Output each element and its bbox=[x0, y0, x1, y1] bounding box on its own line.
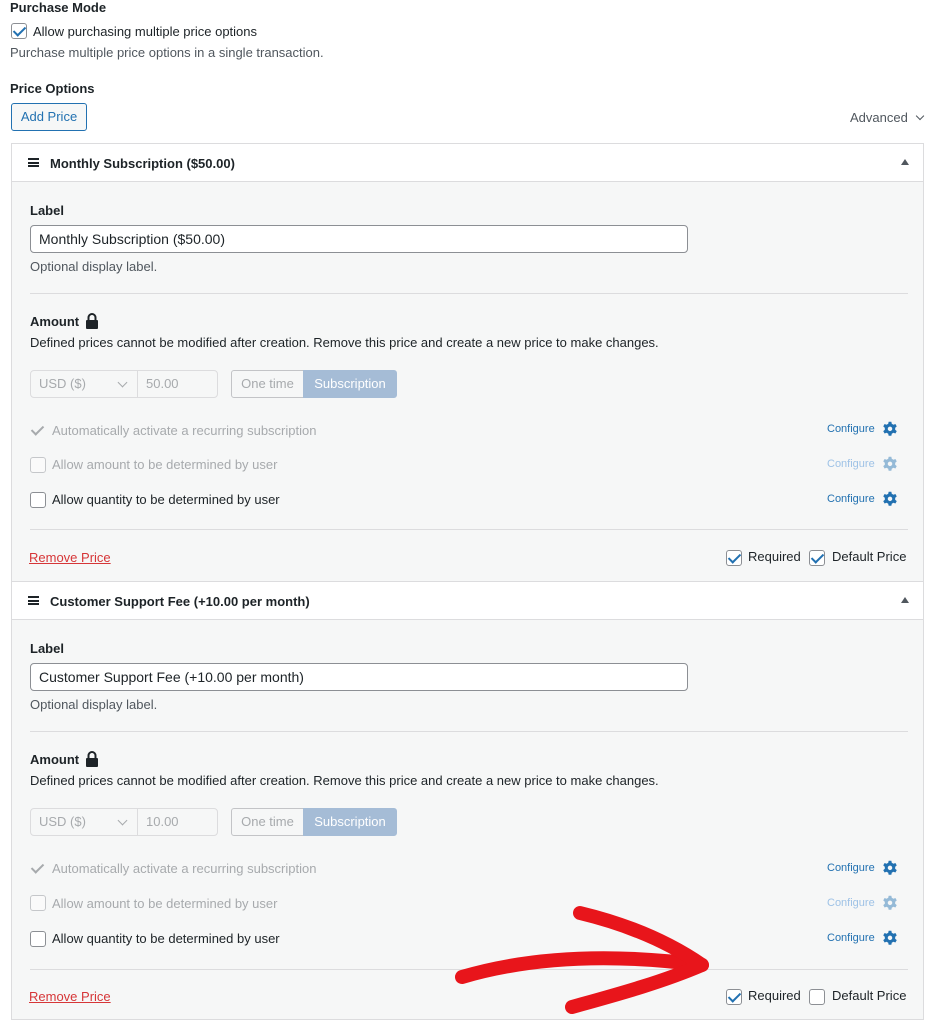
label-input[interactable]: Customer Support Fee (+10.00 per month) bbox=[30, 663, 688, 691]
auto-activate-checkbox[interactable] bbox=[30, 423, 46, 439]
label-heading: Label bbox=[30, 641, 64, 656]
gear-icon[interactable] bbox=[881, 455, 899, 473]
chevron-down-icon bbox=[916, 111, 925, 121]
quantity-by-user-label: Allow quantity to be determined by user bbox=[52, 492, 280, 507]
remove-price-link[interactable]: Remove Price bbox=[29, 989, 111, 1004]
advanced-toggle[interactable]: Advanced bbox=[850, 110, 925, 125]
gear-icon[interactable] bbox=[881, 859, 899, 877]
quantity-by-user-label: Allow quantity to be determined by user bbox=[52, 931, 280, 946]
gear-icon[interactable] bbox=[881, 894, 899, 912]
gear-icon[interactable] bbox=[881, 490, 899, 508]
amount-heading: Amount bbox=[30, 314, 80, 329]
lock-icon bbox=[86, 751, 98, 767]
auto-activate-checkbox[interactable] bbox=[30, 861, 46, 877]
configure-link[interactable]: Configure bbox=[827, 458, 875, 470]
default-price-checkbox[interactable] bbox=[809, 989, 825, 1005]
label-help: Optional display label. bbox=[30, 697, 158, 712]
subscription-toggle[interactable]: Subscription bbox=[303, 808, 397, 836]
configure-link[interactable]: Configure bbox=[827, 932, 875, 944]
allow-multiple-label: Allow purchasing multiple price options bbox=[33, 24, 258, 39]
annotation-arrow-icon bbox=[455, 906, 709, 1014]
price-panel-monthly: Monthly Subscription ($50.00) Label Mont… bbox=[11, 143, 924, 582]
amount-heading: Amount bbox=[30, 752, 80, 767]
required-label: Required bbox=[748, 549, 801, 564]
required-checkbox[interactable] bbox=[726, 550, 742, 566]
gear-icon[interactable] bbox=[881, 929, 899, 947]
one-time-toggle[interactable]: One time bbox=[231, 370, 304, 398]
default-price-checkbox[interactable] bbox=[809, 550, 825, 566]
divider bbox=[30, 731, 908, 732]
lock-icon bbox=[86, 313, 98, 329]
collapse-arrow-icon[interactable] bbox=[901, 159, 909, 165]
purchase-mode-help: Purchase multiple price options in a sin… bbox=[10, 45, 324, 60]
auto-activate-label: Automatically activate a recurring subsc… bbox=[52, 861, 317, 876]
price-panel-title: Monthly Subscription ($50.00) bbox=[50, 156, 235, 171]
configure-link[interactable]: Configure bbox=[827, 897, 875, 909]
default-price-label: Default Price bbox=[832, 549, 907, 564]
drag-handle-icon[interactable] bbox=[28, 596, 39, 605]
label-input[interactable]: Monthly Subscription ($50.00) bbox=[30, 225, 688, 253]
price-panel-header[interactable]: Monthly Subscription ($50.00) bbox=[12, 144, 923, 182]
add-price-button[interactable]: Add Price bbox=[11, 103, 87, 131]
quantity-by-user-checkbox[interactable] bbox=[30, 492, 46, 508]
amount-by-user-label: Allow amount to be determined by user bbox=[52, 896, 278, 911]
one-time-toggle[interactable]: One time bbox=[231, 808, 304, 836]
divider bbox=[30, 529, 908, 530]
amount-by-user-label: Allow amount to be determined by user bbox=[52, 457, 278, 472]
default-price-label: Default Price bbox=[832, 988, 907, 1003]
amount-help: Defined prices cannot be modified after … bbox=[30, 335, 659, 350]
amount-input[interactable]: 50.00 bbox=[137, 370, 218, 398]
gear-icon[interactable] bbox=[881, 420, 899, 438]
configure-link[interactable]: Configure bbox=[827, 423, 875, 435]
subscription-toggle[interactable]: Subscription bbox=[303, 370, 397, 398]
configure-link[interactable]: Configure bbox=[827, 493, 875, 505]
amount-help: Defined prices cannot be modified after … bbox=[30, 773, 659, 788]
price-panel-header[interactable]: Customer Support Fee (+10.00 per month) bbox=[12, 582, 923, 620]
required-label: Required bbox=[748, 988, 801, 1003]
collapse-arrow-icon[interactable] bbox=[901, 597, 909, 603]
purchase-mode-heading: Purchase Mode bbox=[10, 0, 107, 15]
divider bbox=[30, 293, 908, 294]
remove-price-link[interactable]: Remove Price bbox=[29, 550, 111, 565]
drag-handle-icon[interactable] bbox=[28, 158, 39, 167]
auto-activate-label: Automatically activate a recurring subsc… bbox=[52, 423, 317, 438]
advanced-label: Advanced bbox=[850, 110, 908, 125]
amount-input[interactable]: 10.00 bbox=[137, 808, 218, 836]
label-help: Optional display label. bbox=[30, 259, 158, 274]
price-panel-title: Customer Support Fee (+10.00 per month) bbox=[50, 594, 310, 609]
allow-multiple-checkbox[interactable] bbox=[11, 23, 27, 39]
configure-link[interactable]: Configure bbox=[827, 862, 875, 874]
amount-by-user-checkbox[interactable] bbox=[30, 457, 46, 473]
label-heading: Label bbox=[30, 203, 64, 218]
amount-by-user-checkbox[interactable] bbox=[30, 895, 46, 911]
price-options-heading: Price Options bbox=[10, 81, 95, 96]
quantity-by-user-checkbox[interactable] bbox=[30, 931, 46, 947]
